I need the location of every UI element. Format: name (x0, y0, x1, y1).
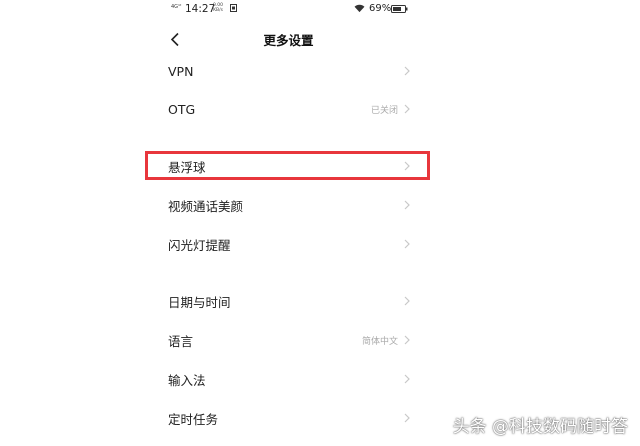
watermark: 头条 @科技数码随时答 (452, 417, 628, 437)
chevron-right-icon (404, 374, 410, 384)
settings-row-floating-ball[interactable]: 悬浮球 (153, 147, 424, 185)
row-label: VPN (168, 63, 194, 79)
page-title: 更多设置 (263, 33, 314, 48)
chevron-right-icon (404, 161, 410, 171)
status-bar: 4G¹ᵗ 14:27 0.00 KB/s 69% (153, 0, 424, 20)
battery-icon (391, 5, 408, 13)
row-label: 闪光灯提醒 (168, 237, 231, 253)
chevron-right-icon (404, 296, 410, 306)
settings-row-scheduled-tasks[interactable]: 定时任务 (153, 399, 424, 437)
row-label: 日期与时间 (168, 294, 231, 310)
chevron-right-icon (404, 335, 410, 345)
phone-screen: 4G¹ᵗ 14:27 0.00 KB/s 69% 更多设置 VPN OTG 已关… (153, 0, 424, 446)
row-value: 简体中文 (361, 336, 398, 347)
chevron-right-icon (404, 200, 410, 210)
status-time: 14:27 (185, 3, 216, 15)
row-label: 定时任务 (168, 411, 219, 427)
settings-row-language[interactable]: 语言 简体中文 (153, 321, 424, 359)
battery-percent: 69% (369, 3, 392, 14)
settings-row-input-method[interactable]: 输入法 (153, 360, 424, 398)
signal-indicator: 4G¹ᵗ (171, 4, 182, 10)
chevron-right-icon (404, 66, 410, 76)
row-label: OTG (168, 101, 196, 117)
settings-row-flash-alert[interactable]: 闪光灯提醒 (153, 225, 424, 263)
wifi-icon (354, 4, 365, 13)
settings-row-video-call-beauty[interactable]: 视频通话美颜 (153, 186, 424, 224)
chevron-right-icon (404, 239, 410, 249)
chevron-right-icon (404, 104, 410, 114)
row-label: 悬浮球 (168, 159, 206, 175)
settings-row-date-time[interactable]: 日期与时间 (153, 282, 424, 320)
row-label: 视频通话美颜 (168, 198, 244, 214)
row-label: 输入法 (168, 372, 206, 388)
sim-icon (230, 4, 237, 12)
header: 更多设置 (153, 26, 424, 52)
row-value: 已关闭 (370, 105, 398, 116)
network-speed: 0.00 KB/s (213, 3, 223, 13)
settings-row-vpn[interactable]: VPN (153, 52, 424, 90)
row-label: 语言 (168, 333, 194, 349)
chevron-right-icon (404, 413, 410, 423)
network-speed-unit: KB/s (213, 8, 223, 13)
settings-row-otg[interactable]: OTG 已关闭 (153, 90, 424, 128)
